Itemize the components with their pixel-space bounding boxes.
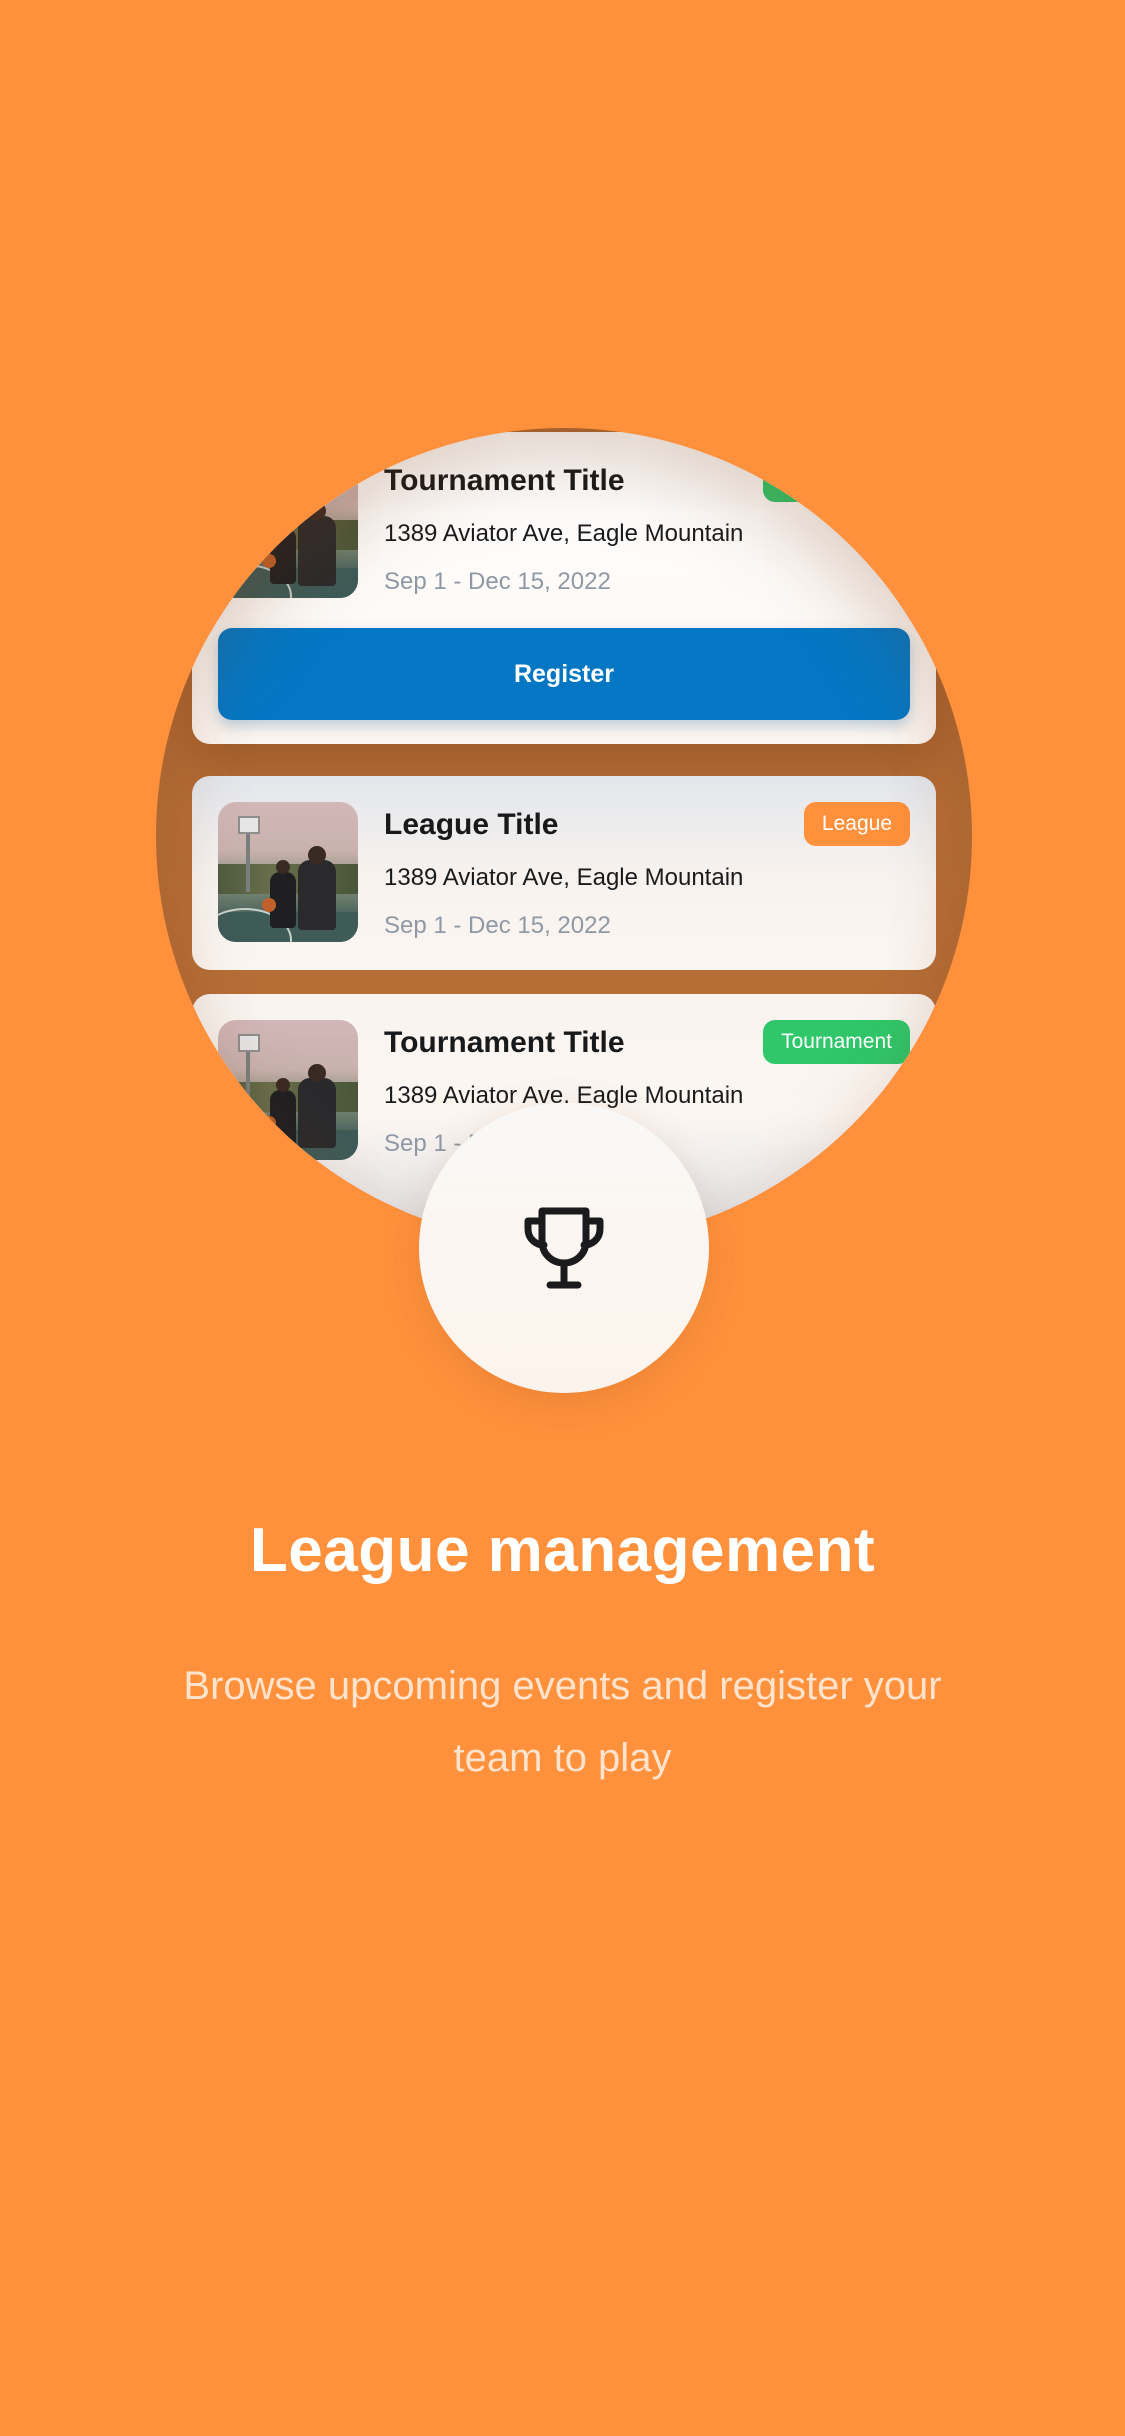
feature-icon-circle (419, 1103, 709, 1393)
page-subtitle: Browse upcoming events and register your… (183, 1664, 942, 1780)
event-type-badge: Tournament (763, 1020, 910, 1064)
event-card[interactable]: Tournament Title Tournament 1389 Aviator… (192, 432, 936, 744)
register-button[interactable]: Register (218, 628, 910, 720)
page-title: League management (249, 1516, 876, 1585)
event-type-badge: Tournament (763, 458, 910, 502)
event-dates: Sep 1 - Dec 15, 2022 (384, 912, 611, 939)
event-title: Tournament Title (384, 1026, 625, 1059)
event-thumbnail (218, 802, 358, 942)
event-thumbnail (218, 1020, 358, 1160)
event-address: 1389 Aviator Ave, Eagle Mountain (384, 520, 744, 547)
event-thumbnail (218, 458, 358, 598)
event-card[interactable]: League Title League 1389 Aviator Ave, Ea… (192, 776, 936, 970)
event-type-badge: League (803, 802, 910, 846)
event-dates: Sep 1 - Dec 15, 2022 (384, 568, 611, 595)
event-address: 1389 Aviator Ave, Eagle Mountain (384, 864, 744, 891)
event-title: Tournament Title (384, 464, 625, 497)
event-title: League Title (384, 808, 559, 841)
trophy-icon (524, 1207, 604, 1289)
